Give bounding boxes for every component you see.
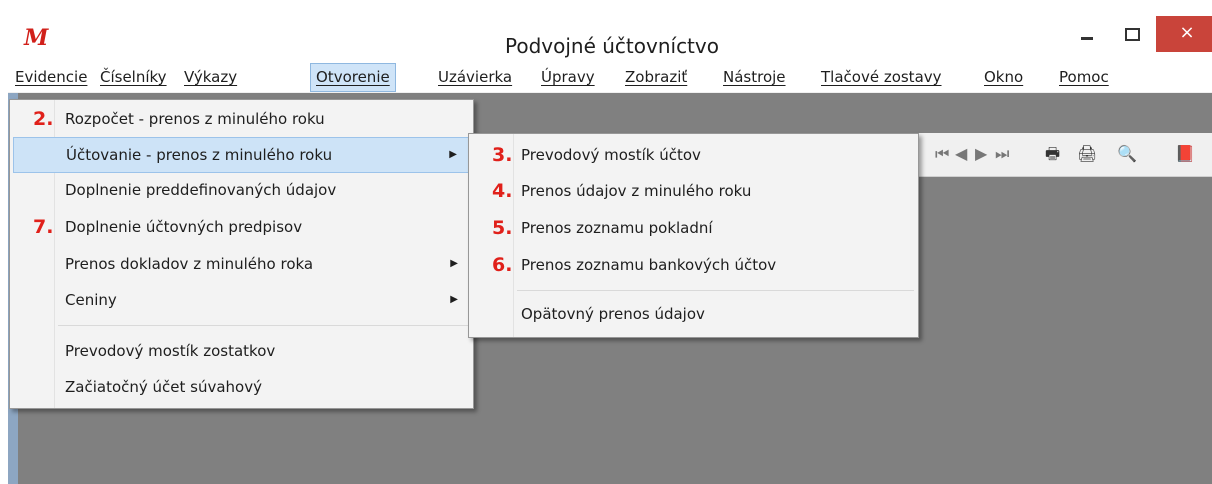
submenu-arrow-icon: ▶ — [450, 258, 458, 269]
uctovanie-submenu: 3. Prevodový mostík účtov 4. Prenos údaj… — [468, 133, 919, 338]
menu-item-label: Prenos dokladov z minulého roka — [65, 255, 314, 273]
menu-bar: Evidencie Číselníky Výkazy Otvorenie Uzá… — [8, 63, 1212, 93]
menu-item-label: Začiatočný účet súvahový — [65, 378, 262, 396]
maximize-button[interactable] — [1110, 16, 1156, 52]
step-number: 4. — [492, 180, 513, 202]
menu-ciselniky[interactable]: Číselníky — [95, 63, 172, 92]
submenu-item-prevodovy-mostik-uctov[interactable]: 3. Prevodový mostík účtov — [472, 138, 915, 172]
minimize-button[interactable] — [1064, 16, 1110, 52]
otvorenie-dropdown: 2. Rozpočet - prenos z minulého roku Účt… — [9, 99, 474, 409]
menu-item-label: Opätovný prenos údajov — [521, 305, 705, 323]
menu-item-zaciatocny-ucet[interactable]: Začiatočný účet súvahový — [13, 370, 470, 404]
menu-item-label: Doplnenie účtovných predpisov — [65, 218, 303, 236]
menu-vykazy[interactable]: Výkazy — [179, 63, 242, 92]
app-window: M Podvojné účtovníctvo × Evidencie Čísel… — [0, 0, 1212, 484]
menu-item-prevodovy-mostik-zostatkov[interactable]: Prevodový mostík zostatkov — [13, 334, 470, 368]
title-bar: M Podvojné účtovníctvo × — [6, 6, 1212, 62]
help-book-icon[interactable]: 📕 — [1175, 144, 1195, 164]
menu-item-doplnenie-udajov[interactable]: Doplnenie preddefinovaných údajov — [13, 173, 470, 207]
menu-item-label: Ceniny — [65, 291, 117, 309]
step-number: 5. — [492, 217, 513, 239]
window-title: Podvojné účtovníctvo — [505, 34, 719, 58]
close-button[interactable]: × — [1156, 16, 1212, 52]
menu-okno[interactable]: Okno — [979, 63, 1028, 92]
menu-pomoc[interactable]: Pomoc — [1054, 63, 1114, 92]
step-number: 3. — [492, 144, 513, 166]
menu-upravy[interactable]: Úpravy — [536, 63, 600, 92]
menu-item-prenos-dokladov[interactable]: Prenos dokladov z minulého roka ▶ — [13, 247, 470, 281]
menu-item-label: Účtovanie - prenos z minulého roku — [66, 146, 333, 164]
menu-nastroje[interactable]: Nástroje — [718, 63, 791, 92]
step-number: 7. — [33, 216, 54, 238]
submenu-item-opatovny-prenos[interactable]: Opätovný prenos údajov — [472, 297, 915, 331]
first-record-icon[interactable]: ⏮ — [935, 144, 949, 164]
step-number: 6. — [492, 254, 513, 276]
menu-item-rozpocet-prenos[interactable]: 2. Rozpočet - prenos z minulého roku — [13, 102, 470, 136]
menu-uzavierka[interactable]: Uzávierka — [433, 63, 517, 92]
menu-item-label: Prenos zoznamu pokladní — [521, 219, 713, 237]
submenu-item-prenos-udajov[interactable]: 4. Prenos údajov z minulého roku — [472, 174, 915, 208]
menu-tlacove-zostavy[interactable]: Tlačové zostavy — [816, 63, 947, 92]
menu-item-uctovanie-prenos[interactable]: Účtovanie - prenos z minulého roku ▶ — [13, 137, 470, 173]
previous-record-icon[interactable]: ◀ — [955, 144, 967, 164]
print-preview-icon[interactable]: 🖶 — [1045, 144, 1060, 164]
menu-item-label: Prenos zoznamu bankových účtov — [521, 256, 777, 274]
menu-item-label: Prenos údajov z minulého roku — [521, 182, 752, 200]
menu-item-label: Prevodový mostík účtov — [521, 146, 701, 164]
menu-evidencie[interactable]: Evidencie — [10, 63, 92, 92]
menu-item-label: Doplnenie preddefinovaných údajov — [65, 181, 337, 199]
submenu-arrow-icon: ▶ — [449, 149, 457, 160]
menu-item-label: Rozpočet - prenos z minulého roku — [65, 110, 325, 128]
next-record-icon[interactable]: ▶ — [975, 144, 987, 164]
menu-separator — [517, 290, 914, 291]
menu-item-ceniny[interactable]: Ceniny ▶ — [13, 283, 470, 317]
last-record-icon[interactable]: ⏭ — [995, 144, 1009, 164]
submenu-item-prenos-bankovych-uctov[interactable]: 6. Prenos zoznamu bankových účtov — [472, 248, 915, 282]
find-icon[interactable]: 🔍 — [1117, 144, 1137, 164]
menu-item-doplnenie-predpisov[interactable]: 7. Doplnenie účtovných predpisov — [13, 210, 470, 244]
menu-item-label: Prevodový mostík zostatkov — [65, 342, 276, 360]
submenu-item-prenos-pokladni[interactable]: 5. Prenos zoznamu pokladní — [472, 211, 915, 245]
step-number: 2. — [33, 108, 54, 130]
menu-zobrazit[interactable]: Zobraziť — [620, 63, 692, 92]
print-icon[interactable]: 🖨 — [1077, 144, 1097, 164]
menu-otvorenie[interactable]: Otvorenie — [310, 63, 396, 92]
submenu-arrow-icon: ▶ — [450, 294, 458, 305]
menu-separator — [58, 325, 469, 326]
